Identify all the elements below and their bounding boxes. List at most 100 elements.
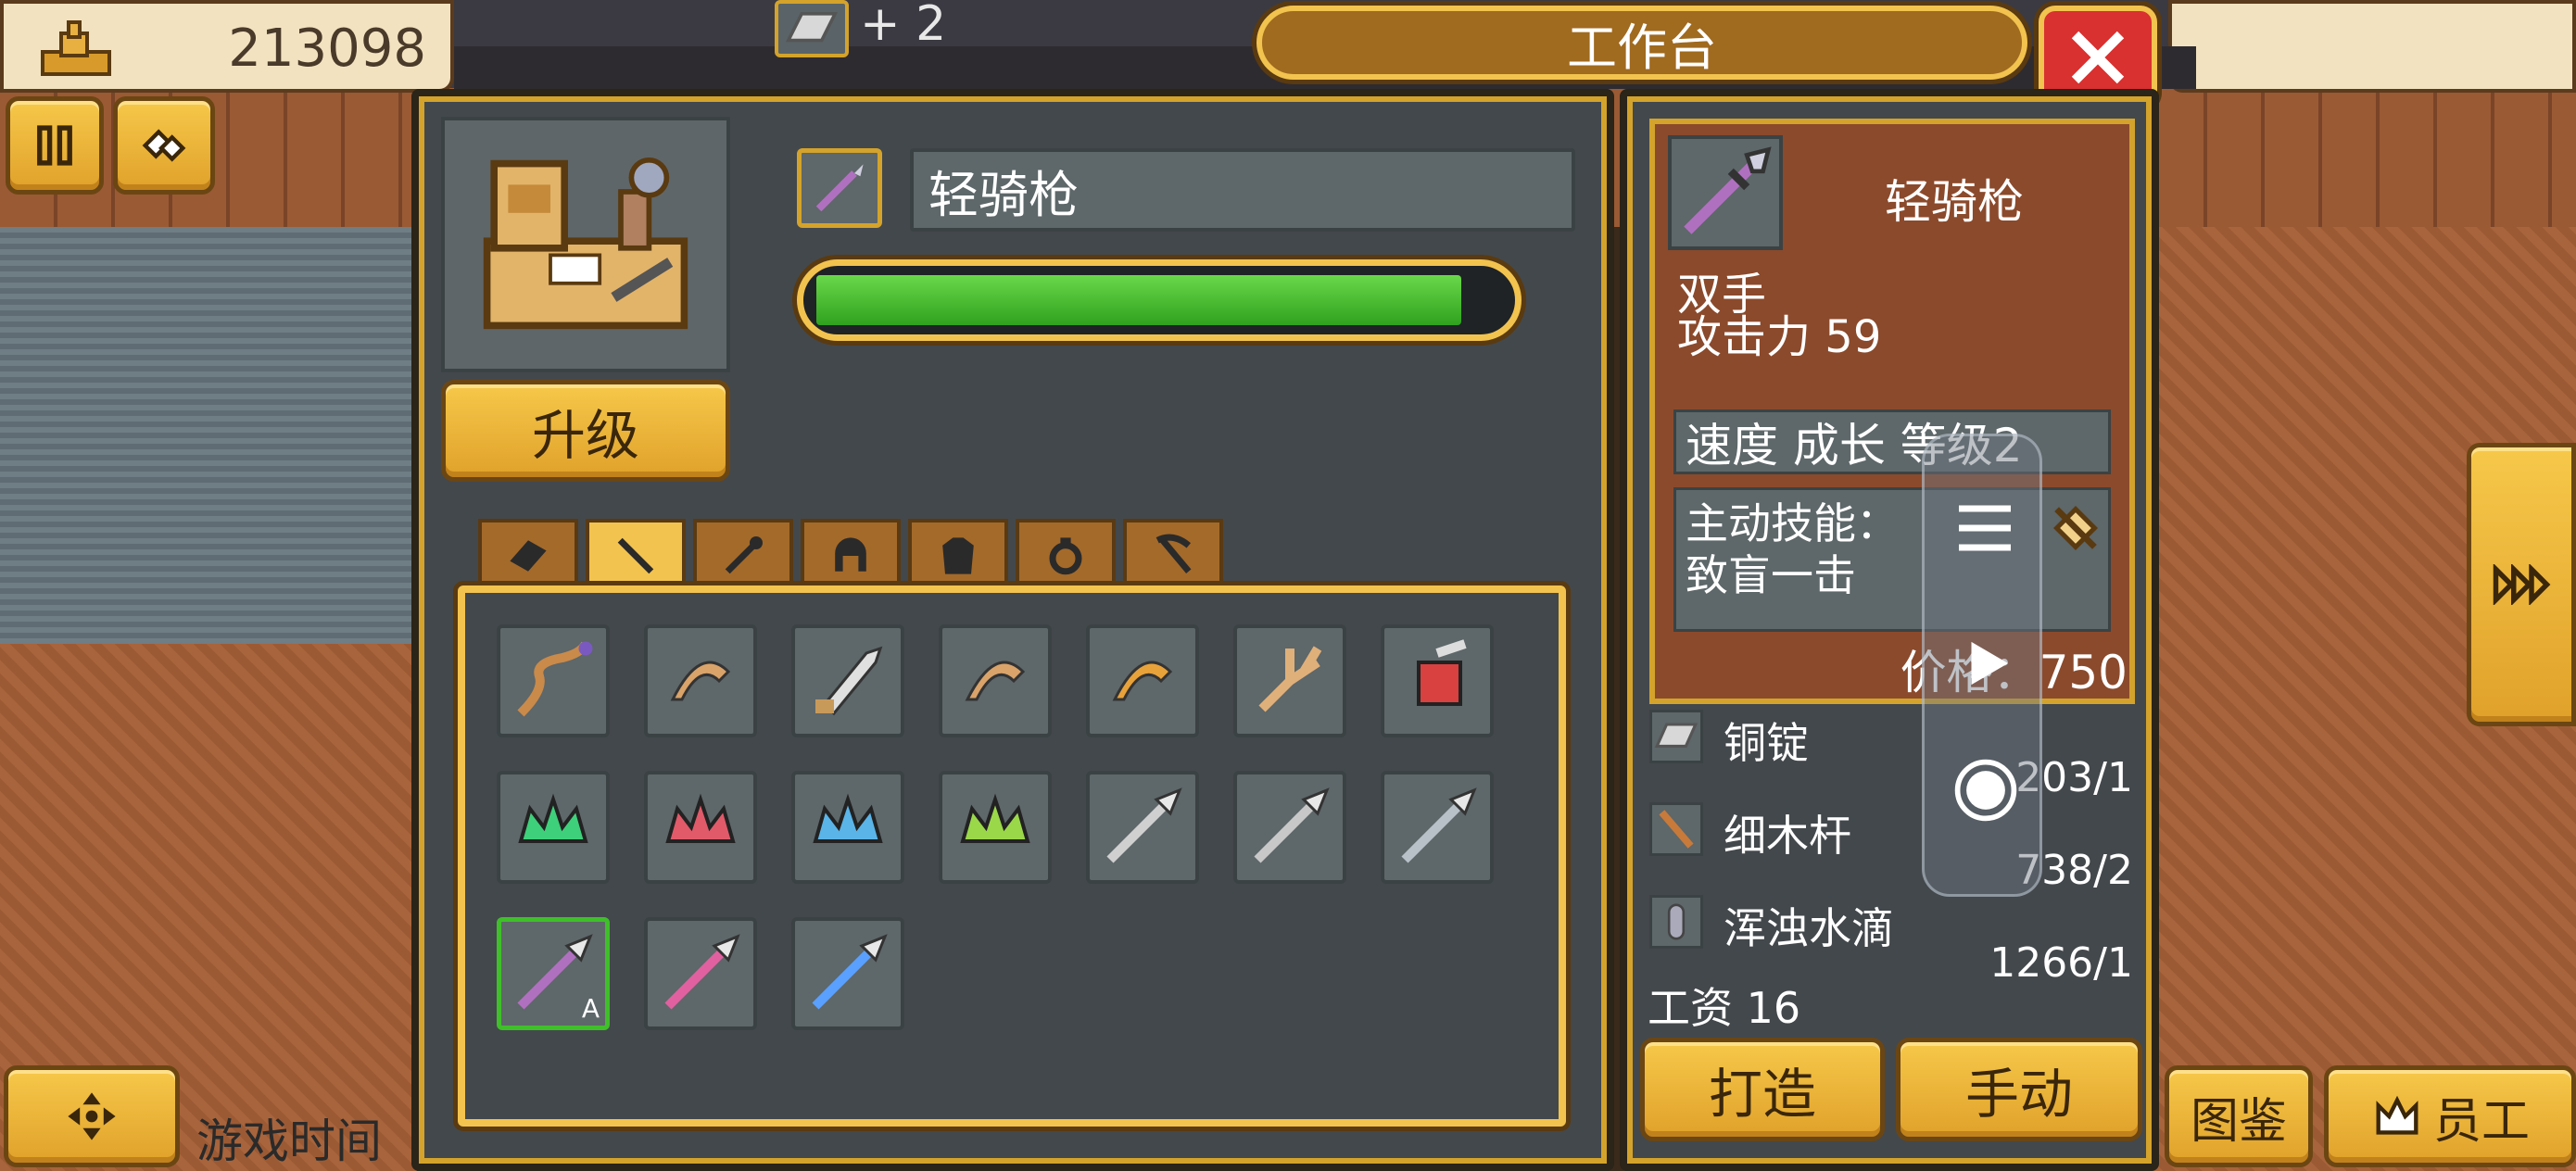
tab-accessory[interactable]	[1016, 519, 1116, 589]
water-drop-icon	[1667, 903, 1686, 940]
material-slot	[1649, 710, 1703, 763]
selected-item-slot	[797, 148, 882, 228]
tab-helmet[interactable]	[801, 519, 901, 589]
window-title: 工作台	[1567, 18, 1717, 77]
blade-hilt-icon	[815, 646, 883, 716]
item-slot[interactable]	[1381, 624, 1494, 737]
red-axe-icon	[1417, 639, 1467, 706]
spear-icon	[617, 537, 654, 574]
material-row: 浑浊水滴 1266/1	[1648, 889, 2139, 987]
light-lance-icon	[815, 164, 864, 212]
item-slot[interactable]	[1233, 624, 1346, 737]
wage: 工资 16	[1648, 975, 1800, 1036]
light-lance-icon	[1684, 146, 1772, 234]
close-icon	[2071, 31, 2125, 84]
pickaxe-icon	[1155, 534, 1192, 574]
blue-crown-icon	[813, 793, 883, 843]
item-name: 轻骑枪	[928, 165, 1079, 224]
item-slot[interactable]	[791, 917, 904, 1030]
tab-staff[interactable]	[693, 519, 793, 589]
glaive-icon	[1254, 787, 1330, 863]
expand-panel-button[interactable]	[2467, 443, 2576, 726]
spear-icon	[1106, 787, 1182, 863]
progress-fill	[816, 275, 1461, 325]
wood-stick-icon	[1659, 810, 1694, 849]
item-slot[interactable]	[644, 917, 757, 1030]
item-slot[interactable]	[497, 624, 610, 737]
skill-icon	[2044, 497, 2107, 560]
item-slot[interactable]	[791, 771, 904, 884]
material-name: 浑浊水滴	[1724, 903, 1894, 953]
detail-name: 轻骑枪	[1885, 175, 2024, 229]
money-bar: 213098	[0, 0, 454, 93]
upgrade-button[interactable]: 升级	[441, 380, 730, 482]
item-name-field: 轻骑枪	[910, 148, 1575, 232]
crossbow-icon	[965, 661, 1026, 701]
item-badge: A	[581, 993, 600, 1024]
play-icon[interactable]	[1956, 633, 2017, 694]
item-slot[interactable]	[1086, 624, 1199, 737]
item-slot[interactable]	[939, 771, 1052, 884]
craft-button[interactable]: 打造	[1640, 1038, 1885, 1141]
fast-forward-icon	[2493, 564, 2551, 605]
attack-value: 59	[1825, 311, 1882, 363]
record-icon[interactable]	[1951, 755, 2021, 825]
list-icon[interactable]	[1952, 496, 2017, 560]
staff-icon	[725, 536, 763, 574]
item-slot[interactable]	[1086, 771, 1199, 884]
traits-box: 速度 成长 等级2	[1673, 409, 2111, 474]
item-slot[interactable]	[644, 624, 757, 737]
game-time-label: 游戏时间	[196, 1114, 382, 1168]
item-slot[interactable]: A	[497, 917, 610, 1030]
wage-value: 16	[1746, 983, 1801, 1033]
catalog-button[interactable]: 图鉴	[2165, 1065, 2313, 1167]
tab-armor[interactable]	[908, 519, 1008, 589]
pickup-text: + 2	[860, 0, 947, 52]
crown-icon	[2376, 1095, 2418, 1135]
material-row: 铜锭 203/1	[1648, 704, 2139, 801]
tab-spear[interactable]	[586, 519, 686, 589]
move-button[interactable]	[4, 1065, 180, 1167]
detail-attack: 攻击力 59	[1677, 300, 1881, 365]
progress-bar	[797, 259, 1522, 341]
material-row: 细木杆 738/2	[1648, 797, 2139, 894]
tab-tool[interactable]	[1123, 519, 1223, 589]
title-bar: 工作台	[1256, 6, 2027, 80]
ring-icon	[1049, 537, 1082, 575]
fork-icon	[1258, 646, 1322, 712]
media-overlay	[1922, 434, 2042, 897]
staff-button[interactable]: 员工	[2324, 1065, 2576, 1167]
twisted-staff-icon	[517, 641, 593, 717]
helmet-icon	[835, 537, 866, 572]
pickup-slot	[775, 0, 849, 57]
green-vine-icon	[960, 793, 1030, 843]
detail-item-slot	[1668, 135, 1783, 250]
ingot-icon	[785, 12, 839, 43]
price-value: 750	[2039, 646, 2128, 699]
manual-button[interactable]: 手动	[1896, 1038, 2142, 1141]
move-arrows-icon	[68, 1092, 116, 1140]
material-menu-button[interactable]	[113, 96, 215, 195]
scene-stone-floor	[0, 227, 417, 644]
material-slot	[1649, 895, 1703, 949]
item-slot[interactable]	[1233, 771, 1346, 884]
attack-label: 攻击力	[1677, 311, 1812, 363]
tab-material[interactable]	[478, 519, 578, 589]
armor-icon	[942, 537, 974, 574]
pause-icon	[37, 125, 72, 166]
right-top-bar	[2168, 0, 2576, 93]
workbench-icon	[483, 157, 688, 330]
item-slot[interactable]	[791, 624, 904, 737]
gems-icon	[142, 129, 186, 162]
red-crown-icon	[665, 793, 736, 843]
copper-ingot-icon	[1654, 723, 1698, 748]
golden-crossbow-icon	[1112, 661, 1173, 701]
item-slot[interactable]	[1381, 771, 1494, 884]
pause-button[interactable]	[6, 96, 104, 195]
material-icon	[510, 540, 547, 572]
item-slot[interactable]	[497, 771, 610, 884]
workbench-image	[441, 117, 730, 372]
item-slot[interactable]	[644, 771, 757, 884]
item-slot[interactable]	[939, 624, 1052, 737]
scene-wall-right	[2150, 88, 2576, 227]
